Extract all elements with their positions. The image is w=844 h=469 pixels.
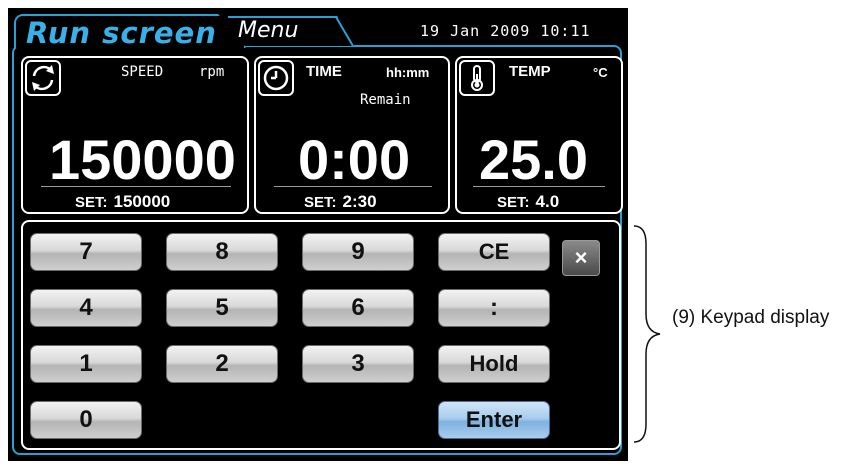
time-divider [274, 186, 432, 187]
time-remain-label: Remain [360, 92, 411, 108]
key-9[interactable]: 9 [302, 233, 414, 271]
time-set: SET: 2:30 [304, 192, 377, 212]
key-1[interactable]: 1 [30, 345, 142, 383]
tab-run-screen-label[interactable]: Run screen [26, 16, 217, 50]
speed-set: SET: 150000 [75, 192, 170, 212]
time-panel[interactable]: TIME hh:mm Remain 0:00 SET: 2:30 [254, 56, 450, 214]
rotation-icon [25, 60, 61, 96]
speed-unit: rpm [199, 64, 225, 80]
speed-divider [41, 186, 231, 187]
key-3[interactable]: 3 [302, 345, 414, 383]
temp-unit: °C [593, 65, 608, 80]
speed-panel[interactable]: SPEED rpm 150000 SET: 150000 [21, 56, 249, 214]
key-5[interactable]: 5 [166, 289, 278, 327]
temp-panel[interactable]: TEMP °C 25.0 SET: 4.0 [455, 56, 623, 214]
key-8[interactable]: 8 [166, 233, 278, 271]
temp-set-label: SET: [497, 194, 530, 211]
time-value: 0:00 [298, 128, 411, 191]
clock-icon [258, 60, 294, 96]
temp-divider [473, 186, 605, 187]
key-hold[interactable]: Hold [438, 345, 550, 383]
temp-set: SET: 4.0 [497, 192, 559, 212]
temp-value: 25.0 [479, 128, 588, 191]
key-clear-entry[interactable]: CE [438, 233, 550, 271]
key-0[interactable]: 0 [30, 401, 142, 439]
temp-label: TEMP [509, 63, 551, 80]
tab-menu-label[interactable]: Menu [238, 18, 298, 43]
key-7[interactable]: 7 [30, 233, 142, 271]
keypad-display-annotation: (9) Keypad display [672, 307, 830, 328]
speed-value: 150000 [49, 128, 236, 191]
key-colon[interactable]: : [438, 289, 550, 327]
temp-set-value: 4.0 [535, 192, 560, 211]
time-set-value: 2:30 [342, 192, 377, 211]
run-screen: Menu Run screen 19 Jan 2009 10:11 SPEED … [8, 8, 628, 461]
enter-button[interactable]: Enter [438, 401, 550, 439]
keypad-brace [633, 225, 661, 443]
time-set-label: SET: [304, 194, 337, 211]
key-2[interactable]: 2 [166, 345, 278, 383]
date-time: 19 Jan 2009 10:11 [420, 22, 591, 40]
close-keypad-button[interactable]: × [562, 240, 600, 276]
speed-label: SPEED [121, 64, 164, 80]
time-unit: hh:mm [386, 65, 430, 80]
speed-set-value: 150000 [113, 192, 171, 211]
key-6[interactable]: 6 [302, 289, 414, 327]
time-label: TIME [306, 63, 342, 80]
speed-set-label: SET: [75, 194, 108, 211]
key-4[interactable]: 4 [30, 289, 142, 327]
thermometer-icon [459, 60, 495, 96]
